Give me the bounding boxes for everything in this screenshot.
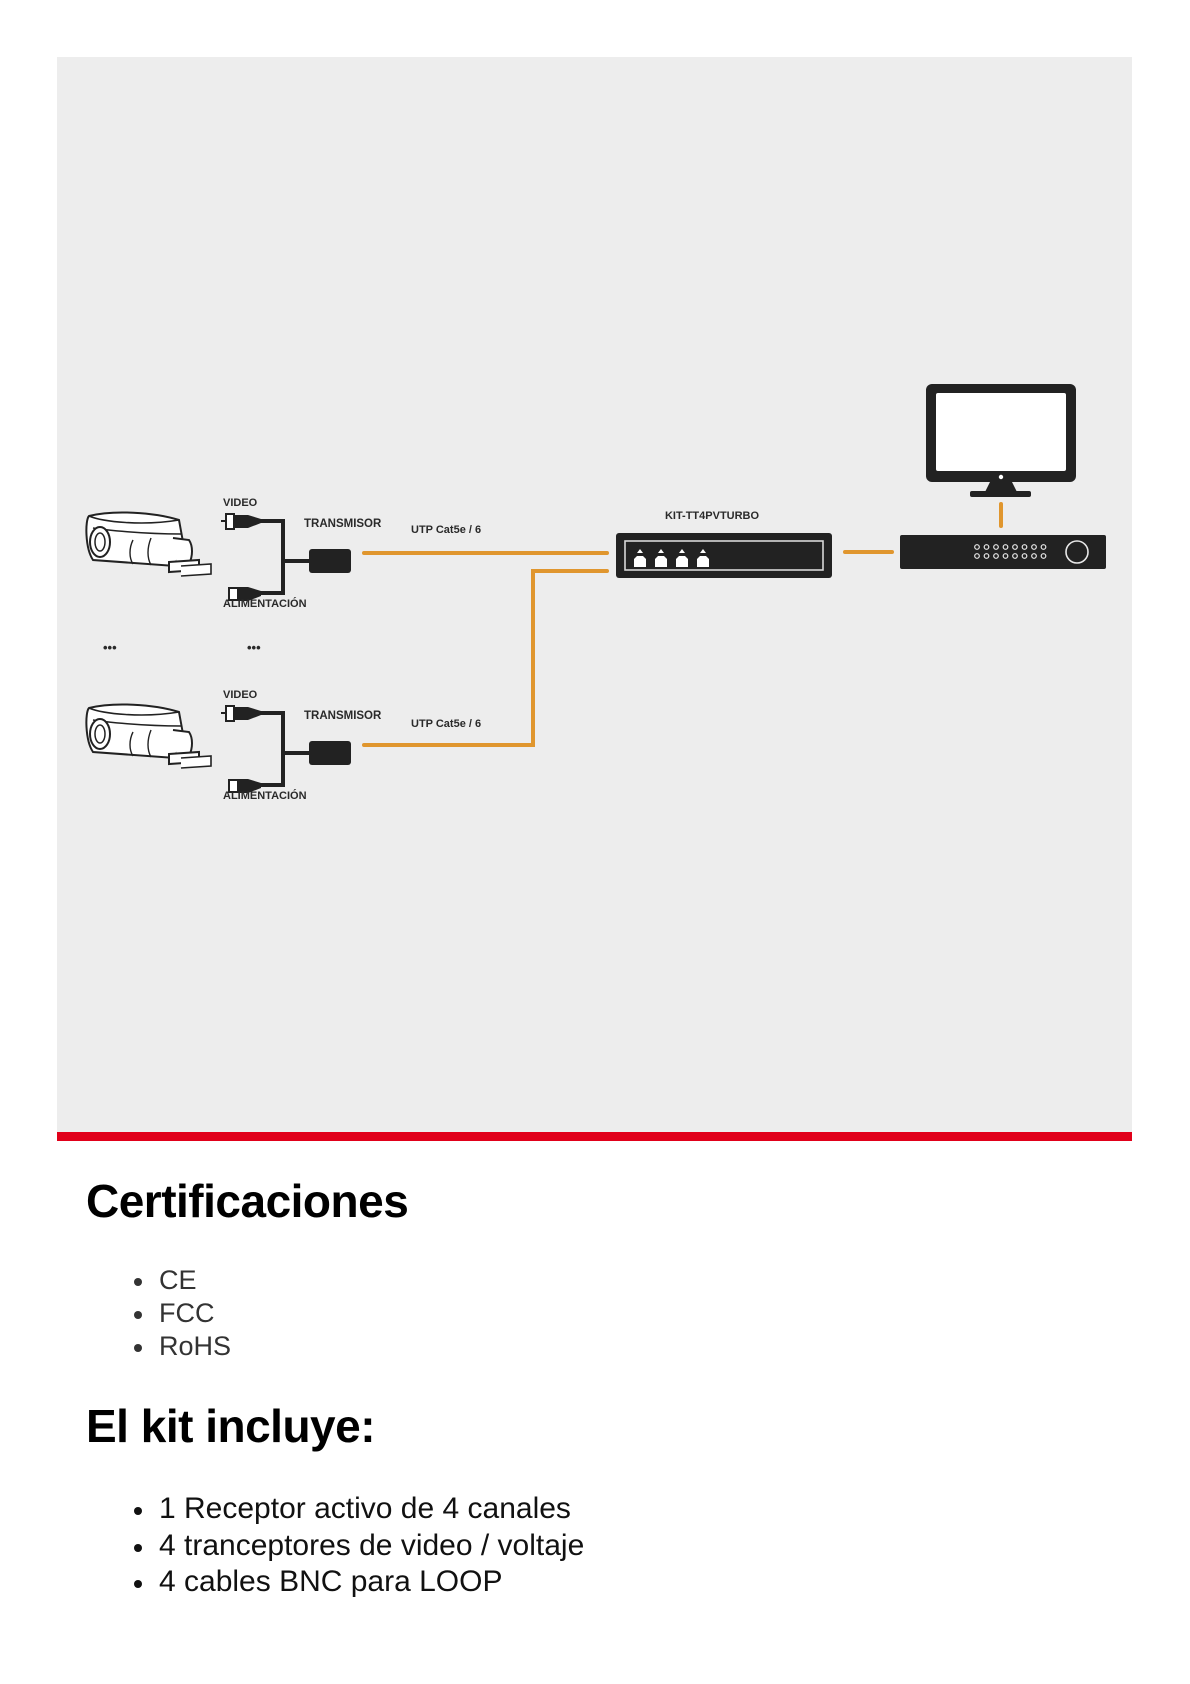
section-divider xyxy=(57,1132,1132,1141)
power-label: ALIMENTACIÓN xyxy=(223,789,307,802)
ellipsis-cameras: ••• xyxy=(103,640,117,655)
list-item: 4 tranceptores de video / voltaje xyxy=(134,1528,584,1565)
cable-label: UTP Cat5e / 6 xyxy=(411,718,481,730)
kit-contents-heading: El kit incluye: xyxy=(86,1400,376,1452)
list-item: FCC xyxy=(134,1297,231,1330)
camera-group-2: VIDEO TRANSMISOR ALIMENTACIÓN UTP Cat5e … xyxy=(85,569,609,802)
ellipsis-transceivers: ••• xyxy=(247,640,261,655)
list-item: RoHS xyxy=(134,1330,231,1363)
transmitter-label: TRANSMISOR xyxy=(304,710,382,722)
certifications-list: CE FCC RoHS xyxy=(134,1264,231,1363)
receiver: KIT-TT4PVTURBO xyxy=(616,510,832,578)
receiver-body xyxy=(616,533,832,578)
camera-icon xyxy=(85,511,212,577)
list-item: CE xyxy=(134,1264,231,1297)
list-item: 4 cables BNC para LOOP xyxy=(134,1564,584,1601)
monitor-icon xyxy=(926,384,1076,497)
receiver-label: KIT-TT4PVTURBO xyxy=(665,510,760,522)
camera-group-1: VIDEO TRANSMISOR ALIMENTACIÓN UTP Cat5e … xyxy=(85,497,609,610)
dvr-icon xyxy=(900,535,1106,569)
video-label: VIDEO xyxy=(223,497,258,509)
list-item: 1 Receptor activo de 4 canales xyxy=(134,1491,584,1528)
transmitter-label: TRANSMISOR xyxy=(304,518,382,530)
video-label: VIDEO xyxy=(223,689,258,701)
kit-contents-list: 1 Receptor activo de 4 canales 4 trancep… xyxy=(134,1491,584,1601)
power-label: ALIMENTACIÓN xyxy=(223,597,307,610)
connection-diagram: VIDEO TRANSMISOR ALIMENTACIÓN UTP Cat5e … xyxy=(85,384,1106,802)
camera-icon xyxy=(85,703,212,769)
certifications-heading: Certificaciones xyxy=(86,1175,409,1227)
utp-cable xyxy=(362,569,609,747)
cable-label: UTP Cat5e / 6 xyxy=(411,524,481,536)
